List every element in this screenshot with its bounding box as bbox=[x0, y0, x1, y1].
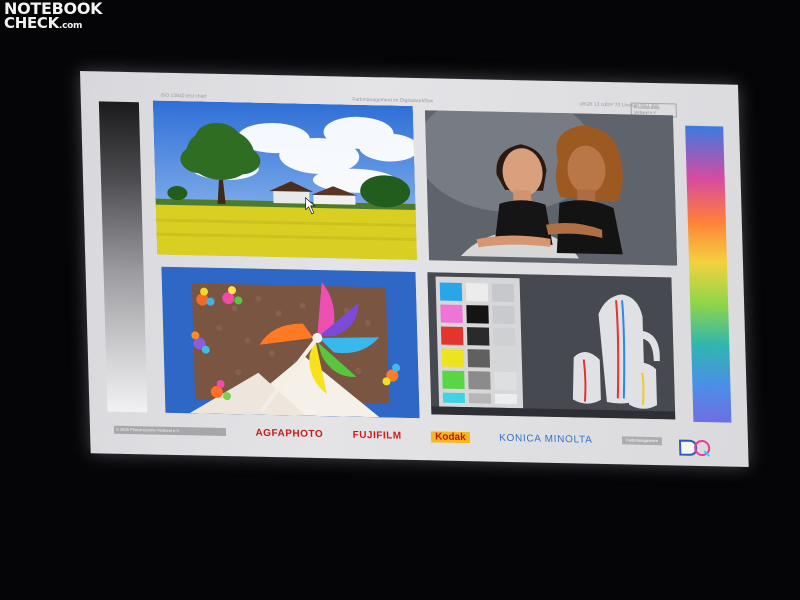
watermark-line2: CHECK.com bbox=[4, 16, 102, 33]
right-label: Farbmanagement bbox=[621, 436, 663, 446]
sponsor-logo-bar: © 2005 Photoindustrie-Verband e.V. AGFAP… bbox=[113, 422, 663, 449]
copyright-text: © 2005 Photoindustrie-Verband e.V. bbox=[113, 425, 227, 437]
monitor-screen: ISO 12640 test chart Farbmanagement im D… bbox=[80, 71, 749, 468]
watermark-line2-main: CHECK bbox=[4, 14, 59, 32]
landscape-illustration bbox=[152, 100, 418, 261]
kodak-logo: Kodak bbox=[430, 430, 470, 443]
color-chart-photo bbox=[427, 272, 676, 420]
notebookcheck-watermark: NOTEBOOK CHECK.com bbox=[4, 1, 103, 33]
pinwheel-illustration bbox=[161, 266, 420, 419]
watermark-line2-suffix: .com bbox=[58, 21, 83, 31]
agfa-logo: AGFAPHOTO bbox=[255, 427, 324, 440]
fujifilm-logo: FUJIFILM bbox=[352, 429, 402, 442]
portrait-illustration bbox=[424, 110, 678, 266]
portrait-photo bbox=[424, 110, 678, 266]
pinwheel-photo bbox=[161, 266, 420, 419]
color-spectrum-bar bbox=[685, 125, 732, 423]
dq-logo-icon bbox=[678, 439, 711, 457]
konica-minolta-logo: KONICA MINOLTA bbox=[499, 432, 593, 446]
grayscale-ramp bbox=[98, 101, 148, 413]
landscape-photo bbox=[152, 100, 418, 261]
color-chart-illustration bbox=[427, 272, 676, 420]
